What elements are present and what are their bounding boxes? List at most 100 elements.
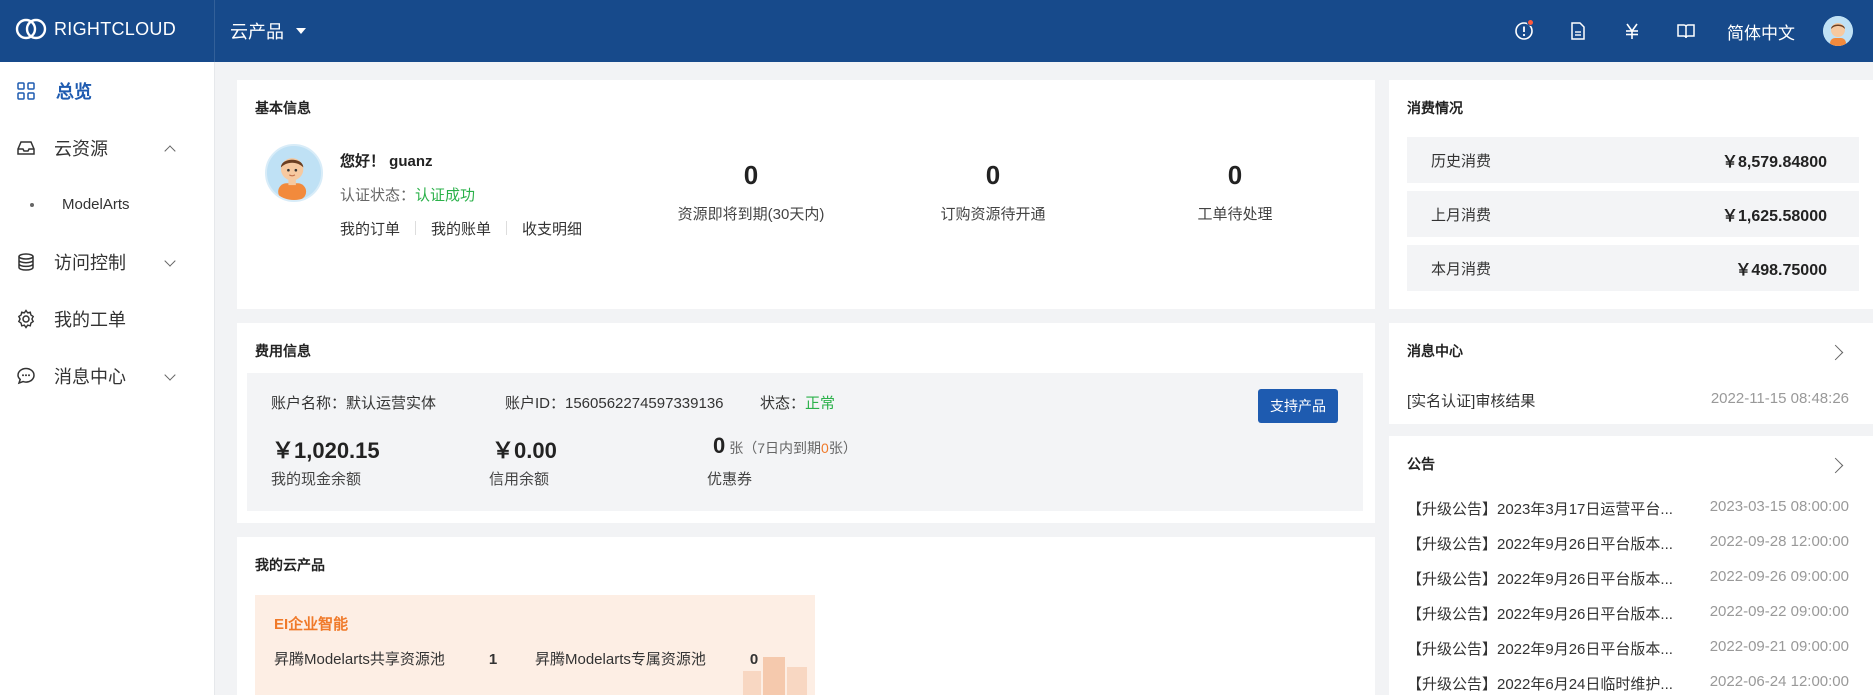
account-name: 账户名称：默认运营实体 (271, 395, 437, 412)
header-actions: 简体中文 (1497, 0, 1873, 62)
currency-button[interactable] (1605, 0, 1659, 62)
sidebar-item-label: 云资源 (54, 138, 108, 159)
notice-text: 【升级公告】2022年9月26日平台版本... (1407, 571, 1673, 588)
consumption-row: 上月消费 ￥1,625.58000 (1407, 191, 1859, 237)
list-item[interactable]: 【升级公告】2022年6月24日临时维护... 2022-06-24 12:00:… (1407, 673, 1849, 695)
yen-icon (1626, 23, 1638, 39)
account-status-label: 状态： (760, 395, 806, 412)
fee-panel: 账户名称：默认运营实体 账户ID：1560562274597339136 状态：… (247, 373, 1363, 511)
stat-expiring-resources[interactable]: 0 资源即将到期(30天内) (641, 160, 861, 224)
notice-date: 2022-09-22 09:00:00 (1709, 603, 1849, 620)
notice-text: 【升级公告】2022年9月26日平台版本... (1407, 606, 1673, 623)
consumption-label: 本月消费 (1431, 260, 1492, 278)
stat-pending-tickets[interactable]: 0 工单待处理 (1125, 160, 1345, 224)
bullet-icon (30, 202, 34, 207)
sidebar-item-my-tickets[interactable]: 我的工单 (0, 290, 214, 347)
consumption-value: ￥8,579.84800 (1722, 154, 1827, 171)
product-item[interactable]: 昇腾Modelarts专属资源池 0 (535, 648, 758, 669)
list-item[interactable]: 【升级公告】2022年9月26日平台版本... 2022-09-26 09:00:… (1407, 568, 1849, 603)
account-status-value: 正常 (805, 395, 836, 412)
message-date: 2022-11-15 08:48:26 (1710, 390, 1849, 407)
sidebar-item-label: 消息中心 (54, 366, 126, 387)
list-item[interactable]: 【升级公告】2022年9月26日平台版本... 2022-09-28 12:00:… (1407, 533, 1849, 568)
notice-text: 【升级公告】2022年9月26日平台版本... (1407, 641, 1673, 658)
consumption-value: ￥498.75000 (1735, 262, 1827, 279)
sidebar-item-overview[interactable]: 总览 (0, 62, 214, 119)
transactions-link[interactable]: 收支明细 (522, 218, 582, 239)
message-item[interactable]: [实名认证]审核结果 2022-11-15 08:48:26 (1407, 390, 1849, 411)
product-menu-label: 云产品 (230, 22, 284, 42)
fee-info-title: 费用信息 (255, 343, 311, 359)
list-item[interactable]: 【升级公告】2022年9月26日平台版本... 2022-09-22 09:00:… (1407, 603, 1849, 638)
building-illustration-icon (743, 657, 807, 695)
document-button[interactable] (1551, 0, 1605, 62)
my-bills-link[interactable]: 我的账单 (431, 218, 491, 239)
notice-text: 【升级公告】2022年9月26日平台版本... (1407, 536, 1673, 553)
chat-icon (17, 367, 35, 384)
product-name: 昇腾Modelarts专属资源池 (535, 651, 706, 668)
alert-button[interactable] (1497, 0, 1551, 62)
stat-label: 资源即将到期(30天内) (677, 206, 825, 223)
coupon-unit: 张 (729, 440, 744, 456)
product-item[interactable]: 昇腾Modelarts共享资源池 1 (274, 648, 497, 669)
auth-status-label: 认证状态： (340, 187, 416, 204)
chevron-down-icon (164, 255, 176, 267)
notice-card: 公告 【升级公告】2023年3月17日运营平台... 2023-03-15 08:… (1389, 436, 1873, 695)
account-status: 状态：正常 (760, 392, 835, 413)
sidebar-subitem-modelarts[interactable]: ModelArts (0, 176, 214, 233)
product-category-card[interactable]: EI企业智能 昇腾Modelarts共享资源池 1 昇腾Modelarts专属资源… (255, 595, 815, 695)
quick-links: 我的订单 我的账单 收支明细 (340, 218, 582, 239)
fee-info-card: 费用信息 账户名称：默认运营实体 账户ID：156056227459733913… (237, 323, 1375, 523)
list-item[interactable]: 【升级公告】2023年3月17日运营平台... 2023-03-15 08:00:… (1407, 498, 1849, 533)
chevron-right-icon[interactable] (1827, 457, 1844, 474)
support-products-button[interactable]: 支持产品 (1258, 389, 1338, 423)
coupon-count[interactable]: 0 张（7日内到期0张） (713, 433, 857, 459)
product-menu[interactable]: 云产品 (230, 18, 306, 44)
stat-value: 0 (1227, 160, 1243, 190)
gear-icon (17, 308, 35, 329)
sidebar-item-label: 总览 (56, 81, 92, 102)
cloud-logo-icon (15, 18, 47, 40)
credit-balance-label: 信用余额 (489, 471, 550, 488)
product-count: 1 (488, 651, 498, 668)
coupon-note-post: 张） (828, 440, 857, 456)
cash-balance-label: 我的现金余额 (271, 471, 362, 488)
account-id: 账户ID：1560562274597339136 (505, 395, 724, 412)
grid-icon (17, 81, 35, 100)
logo[interactable]: RIGHTCLOUD (14, 14, 176, 44)
sidebar-subitem-label: ModelArts (62, 196, 130, 213)
sidebar-item-message-center[interactable]: 消息中心 (0, 347, 214, 404)
basic-info-title: 基本信息 (255, 100, 311, 116)
user-avatar-button[interactable] (1823, 16, 1853, 46)
avatar-icon (1823, 16, 1853, 46)
sidebar: 总览 云资源 ModelArts 访问控制 我的工单 消息中心 (0, 62, 215, 695)
book-button[interactable] (1659, 0, 1713, 62)
chevron-up-icon (164, 145, 176, 157)
consumption-card: 消费情况 历史消费 ￥8,579.84800 上月消费 ￥1,625.58000… (1389, 80, 1873, 309)
consumption-row: 历史消费 ￥8,579.84800 (1407, 137, 1859, 183)
document-icon (1571, 22, 1585, 40)
product-name: 昇腾Modelarts共享资源池 (274, 651, 445, 668)
stat-pending-provision[interactable]: 0 订购资源待开通 (883, 160, 1103, 224)
my-products-title: 我的云产品 (255, 557, 325, 573)
header-divider (214, 0, 215, 62)
sidebar-item-access-control[interactable]: 访问控制 (0, 233, 214, 290)
notice-date: 2023-03-15 08:00:00 (1709, 498, 1849, 515)
language-switch[interactable]: 简体中文 (1713, 19, 1823, 44)
my-orders-link[interactable]: 我的订单 (340, 218, 400, 239)
notice-text: 【升级公告】2023年3月17日运营平台... (1407, 501, 1673, 518)
notification-dot (1527, 19, 1534, 26)
list-item[interactable]: 【升级公告】2022年9月26日平台版本... 2022-09-21 09:00:… (1407, 638, 1849, 673)
my-products-card: 我的云产品 EI企业智能 昇腾Modelarts共享资源池 1 昇腾Modelar… (237, 537, 1375, 695)
consumption-value: ￥1,625.58000 (1722, 208, 1827, 225)
message-center-card: 消息中心 [实名认证]审核结果 2022-11-15 08:48:26 (1389, 323, 1873, 424)
stat-label: 工单待处理 (1197, 206, 1273, 223)
chevron-right-icon[interactable] (1827, 344, 1844, 361)
sidebar-item-cloud-resources[interactable]: 云资源 (0, 119, 214, 176)
product-category-title: EI企业智能 (274, 616, 349, 633)
consumption-label: 历史消费 (1431, 152, 1492, 170)
sidebar-item-label: 访问控制 (54, 252, 126, 273)
coupon-label: 优惠券 (707, 471, 753, 488)
consumption-title: 消费情况 (1407, 100, 1463, 116)
consumption-label: 上月消费 (1431, 206, 1492, 224)
